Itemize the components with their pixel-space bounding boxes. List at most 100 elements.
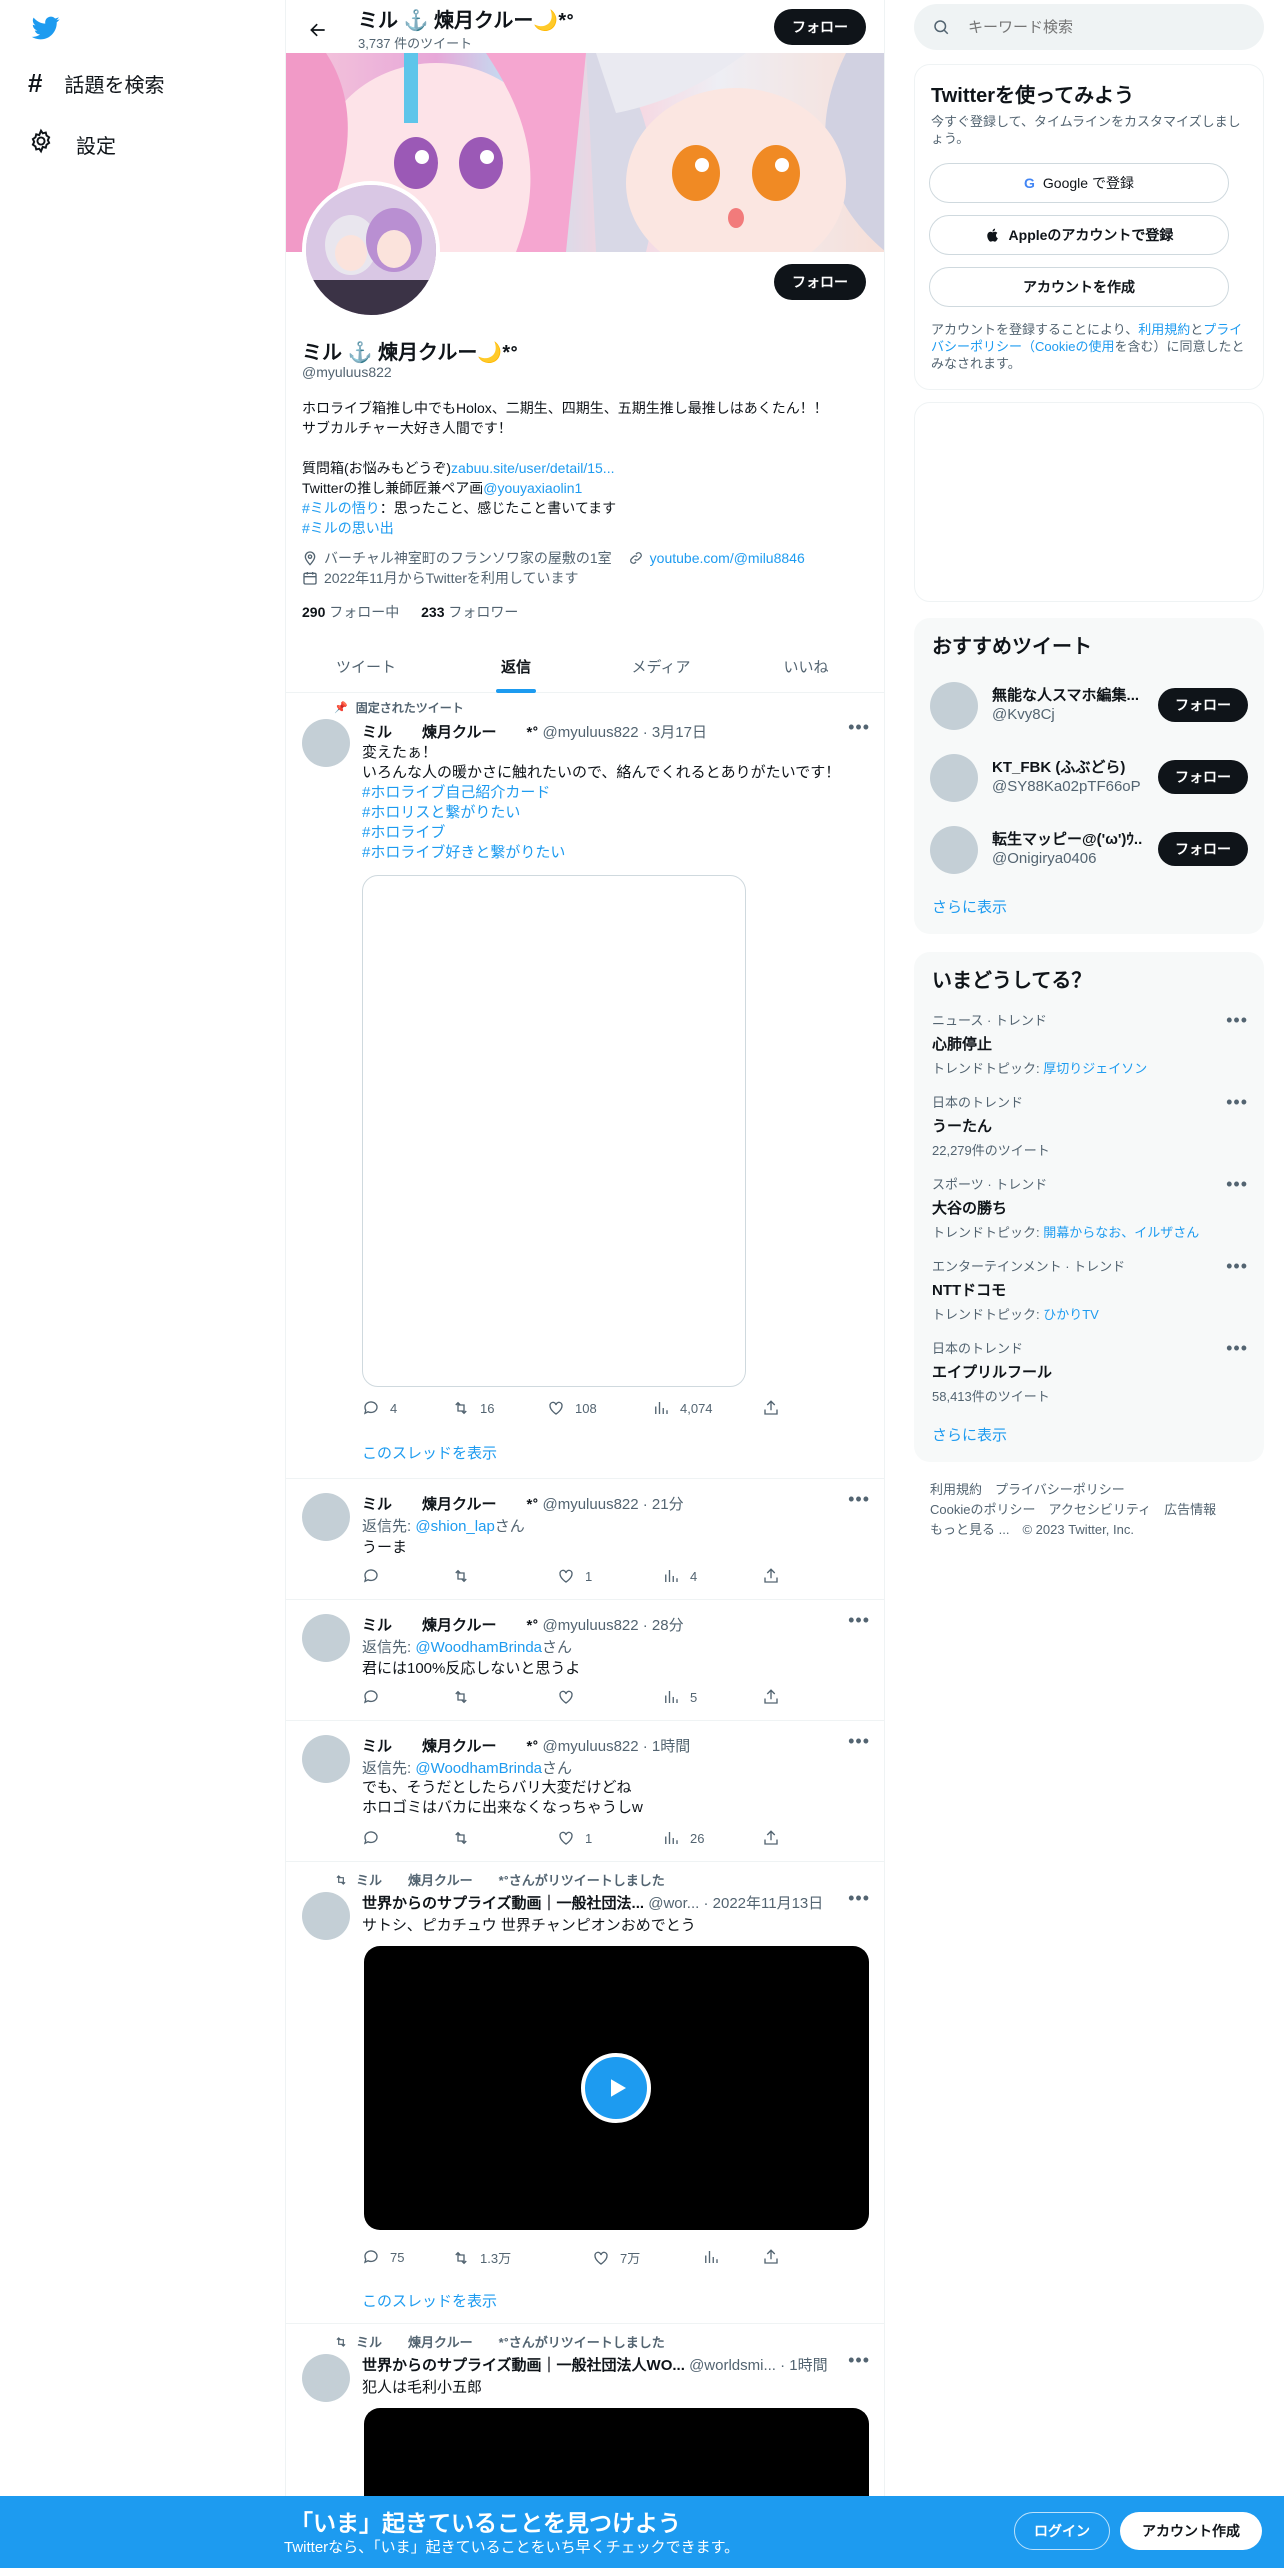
- followers-link[interactable]: 233 フォロワー: [421, 604, 518, 620]
- tweet-retweet[interactable]: ミル 煉月クルー *ᐤさんがリツイートしました 世界からのサプライズ動画｜一般社…: [286, 1862, 884, 2324]
- trend-item[interactable]: エンターテインメント · トレンド NTTドコモ トレンドトピック: ひかりTV: [932, 1256, 1252, 1323]
- like-button[interactable]: 108: [547, 1399, 597, 1417]
- header-follow-button[interactable]: フォロー: [774, 9, 866, 45]
- reply-mention[interactable]: @WoodhamBrinda: [415, 1760, 542, 1777]
- footer-terms-link[interactable]: 利用規約: [930, 1482, 982, 1497]
- create-account-button[interactable]: アカウントを作成: [929, 267, 1229, 307]
- reply-button[interactable]: [362, 1688, 380, 1706]
- author-name[interactable]: ミル 煉月クルー *ᐤ: [362, 1496, 538, 1513]
- more-options-icon[interactable]: •••: [848, 1610, 870, 1631]
- tweet-reply[interactable]: ミル 煉月クルー *ᐤ @myuluus822 · 28分 ••• 返信先: @…: [286, 1600, 884, 1721]
- like-button[interactable]: 7万: [592, 2248, 640, 2267]
- recommended-user[interactable]: 転生マッピー@('ω')ｳ... @Onigirya0406 フォロー: [930, 818, 1250, 884]
- nav-explore[interactable]: # 話題を検索: [28, 68, 164, 99]
- recommended-follow-button[interactable]: フォロー: [1158, 688, 1248, 722]
- search-box[interactable]: [914, 4, 1264, 50]
- search-input[interactable]: [968, 18, 1228, 36]
- trend-topic-link[interactable]: ひかりTV: [1043, 1307, 1099, 1322]
- reply-mention[interactable]: @shion_lap: [415, 1518, 494, 1535]
- tab-likes[interactable]: いいね: [726, 640, 884, 693]
- reply-mention[interactable]: @WoodhamBrinda: [415, 1639, 542, 1656]
- recommended-user[interactable]: KT_FBK (ふぶどら) @SY88Ka02pTF66oP フォロー: [930, 746, 1250, 812]
- hashtag-link[interactable]: #ホロリスと繋がりたい: [362, 803, 872, 823]
- trends-more-link[interactable]: さらに表示: [932, 1424, 1007, 1445]
- avatar[interactable]: [302, 1493, 350, 1541]
- tab-tweets[interactable]: ツイート: [286, 640, 446, 693]
- trend-more-icon[interactable]: •••: [1226, 1010, 1248, 1031]
- views-button[interactable]: [702, 2248, 720, 2266]
- login-button[interactable]: ログイン: [1014, 2512, 1110, 2550]
- tweet-reply[interactable]: ミル 煉月クルー *ᐤ @myuluus822 · 21分 ••• 返信先: @…: [286, 1479, 884, 1600]
- terms-link[interactable]: 利用規約: [1138, 322, 1190, 337]
- trend-item[interactable]: 日本のトレンド エイプリルフール 58,413件のツイート: [932, 1338, 1252, 1405]
- website-link[interactable]: youtube.com/@milu8846: [650, 550, 805, 566]
- nav-settings[interactable]: 設定: [28, 128, 116, 160]
- retweet-button[interactable]: [452, 1829, 470, 1847]
- share-button[interactable]: [762, 1567, 780, 1585]
- retweet-button[interactable]: 1.3万: [452, 2248, 511, 2267]
- share-button[interactable]: [762, 1829, 780, 1847]
- trend-topic-link[interactable]: 開幕からなお、イルザさん: [1043, 1225, 1199, 1240]
- retweet-button[interactable]: 16: [452, 1399, 494, 1417]
- author-name[interactable]: 世界からのサプライズ動画｜一般社団法...: [362, 1895, 644, 1912]
- bio-hashtag[interactable]: #ミルの思い出: [302, 520, 394, 536]
- avatar[interactable]: [302, 1892, 350, 1940]
- hashtag-link[interactable]: #ホロライブ好きと繋がりたい: [362, 843, 872, 863]
- twitter-logo-icon[interactable]: [30, 14, 62, 42]
- views-button[interactable]: 4,074: [652, 1399, 713, 1417]
- footer-ads-link[interactable]: 広告情報: [1164, 1502, 1216, 1517]
- tab-media[interactable]: メディア: [586, 640, 736, 693]
- more-options-icon[interactable]: •••: [848, 717, 870, 738]
- views-button[interactable]: 26: [662, 1829, 704, 1847]
- avatar[interactable]: [302, 2354, 350, 2402]
- share-button[interactable]: [762, 1688, 780, 1706]
- tweet-image[interactable]: [362, 875, 746, 1387]
- google-signup-button[interactable]: G Google で登録: [929, 163, 1229, 203]
- reply-button[interactable]: [362, 1829, 380, 1847]
- views-button[interactable]: 5: [662, 1688, 697, 1706]
- profile-follow-button[interactable]: フォロー: [774, 264, 866, 300]
- author-name[interactable]: ミル 煉月クルー *ᐤ: [362, 1738, 538, 1755]
- trend-more-icon[interactable]: •••: [1226, 1174, 1248, 1195]
- avatar[interactable]: [302, 1735, 350, 1783]
- trend-more-icon[interactable]: •••: [1226, 1092, 1248, 1113]
- signup-button[interactable]: アカウント作成: [1120, 2512, 1262, 2550]
- trend-item[interactable]: 日本のトレンド うーたん 22,279件のツイート: [932, 1092, 1252, 1159]
- footer-accessibility-link[interactable]: アクセシビリティ: [1048, 1502, 1151, 1517]
- author-name[interactable]: ミル 煉月クルー *ᐤ: [362, 1617, 538, 1634]
- author-name[interactable]: ミル 煉月クルー *ᐤ: [362, 724, 538, 741]
- avatar[interactable]: [302, 719, 350, 767]
- footer-cookie-link[interactable]: Cookieのポリシー: [930, 1502, 1035, 1517]
- tweet-pinned[interactable]: 📌 固定されたツイート ミル 煉月クルー *ᐤ @myuluus822 · 3月…: [286, 693, 884, 1479]
- recommended-more-link[interactable]: さらに表示: [932, 896, 1007, 917]
- recommended-follow-button[interactable]: フォロー: [1158, 760, 1248, 794]
- more-options-icon[interactable]: •••: [848, 1888, 870, 1909]
- tab-replies[interactable]: 返信: [441, 640, 591, 693]
- like-button[interactable]: [557, 1688, 575, 1706]
- trend-item[interactable]: スポーツ · トレンド 大谷の勝ち トレンドトピック: 開幕からなお、イルザさん: [932, 1174, 1252, 1241]
- footer-more-link[interactable]: もっと見る ...: [930, 1522, 1009, 1537]
- trend-more-icon[interactable]: •••: [1226, 1256, 1248, 1277]
- recommended-follow-button[interactable]: フォロー: [1158, 832, 1248, 866]
- following-link[interactable]: 290 フォロー中: [302, 604, 399, 620]
- video-player[interactable]: [364, 1946, 869, 2230]
- reply-button[interactable]: 4: [362, 1399, 397, 1417]
- author-name[interactable]: 世界からのサプライズ動画｜一般社団法人WO...: [362, 2357, 685, 2374]
- views-button[interactable]: 4: [662, 1567, 697, 1585]
- play-button[interactable]: [581, 2053, 651, 2123]
- like-button[interactable]: 1: [557, 1829, 592, 1847]
- profile-avatar[interactable]: [302, 181, 440, 319]
- bio-hashtag[interactable]: #ミルの悟り: [302, 500, 380, 516]
- trend-item[interactable]: ニュース · トレンド 心肺停止 トレンドトピック: 厚切りジェイソン: [932, 1010, 1252, 1077]
- more-options-icon[interactable]: •••: [848, 2350, 870, 2371]
- tweet-reply[interactable]: ミル 煉月クルー *ᐤ @myuluus822 · 1時間 ••• 返信先: @…: [286, 1721, 884, 1862]
- reply-button[interactable]: [362, 1567, 380, 1585]
- trend-more-icon[interactable]: •••: [1226, 1338, 1248, 1359]
- footer-privacy-link[interactable]: プライバシーポリシー: [995, 1482, 1125, 1497]
- bio-question-link[interactable]: zabuu.site/user/detail/15...: [451, 460, 614, 476]
- more-options-icon[interactable]: •••: [848, 1731, 870, 1752]
- reply-button[interactable]: 75: [362, 2248, 404, 2266]
- like-button[interactable]: 1: [557, 1567, 592, 1585]
- show-thread-link[interactable]: このスレッドを表示: [362, 2290, 497, 2311]
- more-options-icon[interactable]: •••: [848, 1489, 870, 1510]
